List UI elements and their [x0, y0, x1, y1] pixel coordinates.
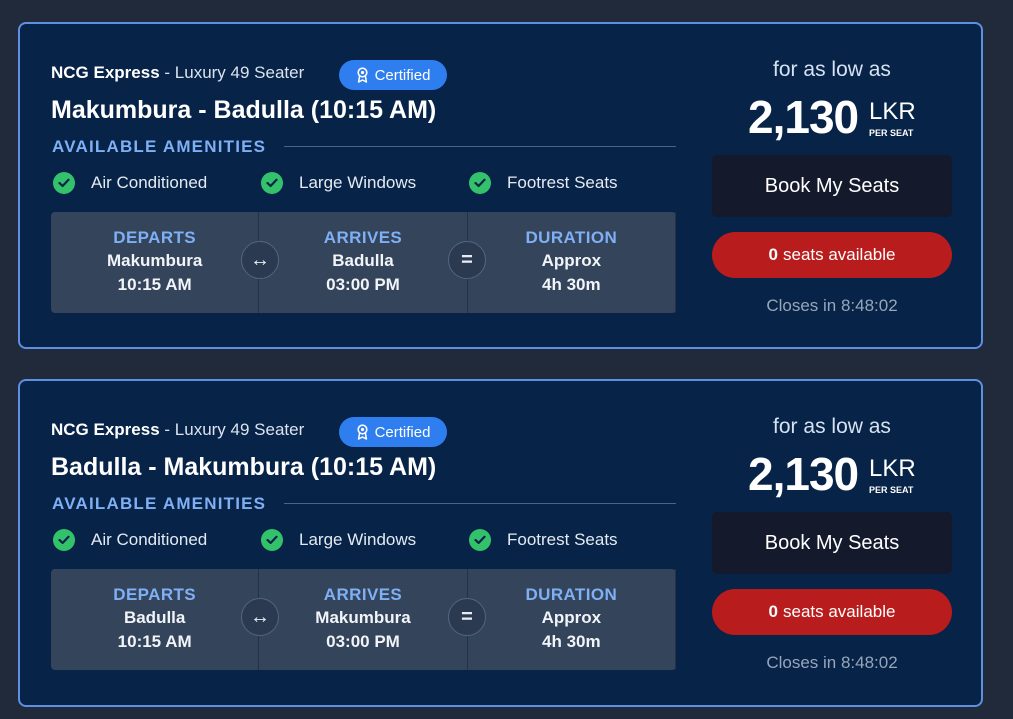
departs-place: Badulla	[123, 608, 186, 627]
duration-label: DURATION	[525, 585, 618, 604]
departs-label: DEPARTS	[113, 228, 197, 247]
route-title: Badulla - Makumbura (10:15 AM)	[51, 453, 437, 481]
duration-column: DURATION Approx 4h 30m	[468, 212, 676, 313]
duration-value: 4h 30m	[542, 275, 601, 294]
operator-separator: -	[159, 420, 175, 439]
amenities-heading: AVAILABLE AMENITIES	[52, 137, 267, 156]
price-currency: LKR	[869, 455, 916, 482]
book-my-seats-button[interactable]: Book My Seats	[712, 155, 952, 217]
amenity-label: Footrest Seats	[507, 173, 618, 192]
per-seat-label: PER SEAT	[869, 485, 914, 495]
arrives-column: ARRIVES Badulla 03:00 PM	[259, 212, 468, 313]
seats-text: seats available	[783, 245, 896, 264]
duration-value: 4h 30m	[542, 632, 601, 651]
amenity-item: Large Windows	[261, 172, 416, 194]
amenity-label: Footrest Seats	[507, 530, 618, 549]
schedule-panel: DEPARTS Makumbura 10:15 AM ARRIVES Badul…	[51, 212, 676, 313]
arrives-label: ARRIVES	[323, 585, 403, 604]
price-prefix: for as low as	[773, 415, 891, 438]
closes-countdown: Closes in 8:48:02	[766, 296, 898, 315]
departs-place: Makumbura	[106, 251, 203, 270]
seats-count: 0	[768, 602, 778, 621]
seats-available-badge: 0 seats available	[712, 232, 952, 278]
amenity-item: Large Windows	[261, 529, 416, 551]
price-amount: 2,130	[748, 448, 859, 500]
departs-column: DEPARTS Badulla 10:15 AM	[51, 569, 260, 670]
closes-countdown: Closes in 8:48:02	[766, 653, 898, 672]
trip-card: NCG Express - Luxury 49 Seater Certified…	[18, 379, 983, 707]
duration-approx: Approx	[541, 251, 602, 270]
per-seat-label: PER SEAT	[869, 128, 914, 138]
check-circle-icon	[53, 172, 75, 194]
route-title: Makumbura - Badulla (10:15 AM)	[51, 96, 437, 124]
amenity-label: Large Windows	[299, 173, 417, 192]
amenities-heading: AVAILABLE AMENITIES	[52, 494, 267, 513]
check-circle-icon	[53, 529, 75, 551]
arrives-label: ARRIVES	[323, 228, 403, 247]
trip-card: NCG Express - Luxury 49 Seater Certified…	[18, 22, 983, 349]
bus-type: Luxury 49 Seater	[174, 63, 305, 82]
departs-time: 10:15 AM	[117, 275, 192, 294]
amenities-divider	[284, 146, 676, 147]
amenity-label: Large Windows	[299, 530, 417, 549]
amenity-item: Air Conditioned	[53, 172, 207, 194]
schedule-panel: DEPARTS Badulla 10:15 AM ARRIVES Makumbu…	[51, 569, 676, 670]
departs-column: DEPARTS Makumbura 10:15 AM	[51, 212, 260, 313]
price-amount: 2,130	[748, 91, 859, 143]
departs-time: 10:15 AM	[117, 632, 192, 651]
equals-icon: =	[448, 598, 486, 636]
seats-count: 0	[768, 245, 778, 264]
amenity-label: Air Conditioned	[91, 530, 208, 549]
amenity-item: Footrest Seats	[469, 529, 618, 551]
arrives-column: ARRIVES Makumbura 03:00 PM	[259, 569, 468, 670]
certified-badge: Certified	[339, 417, 447, 447]
bus-type: Luxury 49 Seater	[174, 420, 305, 439]
arrives-time: 03:00 PM	[326, 632, 400, 651]
check-circle-icon	[469, 529, 491, 551]
amenity-label: Air Conditioned	[91, 173, 208, 192]
badge-label: Certified	[374, 423, 431, 441]
equals-icon: =	[448, 241, 486, 279]
check-circle-icon	[469, 172, 491, 194]
duration-column: DURATION Approx 4h 30m	[468, 569, 676, 670]
arrives-time: 03:00 PM	[326, 275, 400, 294]
check-circle-icon	[261, 172, 283, 194]
arrives-place: Makumbura	[315, 608, 411, 627]
price-prefix: for as low as	[773, 58, 891, 81]
check-circle-icon	[261, 529, 283, 551]
seats-text: seats available	[783, 602, 896, 621]
arrives-place: Badulla	[332, 251, 394, 270]
amenities-divider	[284, 503, 676, 504]
ribbon-award-icon	[356, 67, 368, 83]
operator-name: NCG Express	[51, 420, 160, 439]
operator-separator: -	[159, 63, 175, 82]
badge-label: Certified	[374, 66, 431, 84]
duration-label: DURATION	[525, 228, 618, 247]
page: NCG Express - Luxury 49 Seater Certified…	[0, 0, 1013, 719]
ribbon-award-icon	[356, 424, 368, 440]
duration-approx: Approx	[541, 608, 602, 627]
amenity-item: Air Conditioned	[53, 529, 207, 551]
amenity-item: Footrest Seats	[469, 172, 618, 194]
book-my-seats-button[interactable]: Book My Seats	[712, 512, 952, 574]
double-arrow-icon: ↔	[241, 598, 279, 636]
departs-label: DEPARTS	[113, 585, 197, 604]
price-currency: LKR	[869, 98, 916, 125]
double-arrow-icon: ↔	[241, 241, 279, 279]
operator-name: NCG Express	[51, 63, 160, 82]
seats-available-badge: 0 seats available	[712, 589, 952, 635]
operator-line: NCG Express - Luxury 49 Seater	[51, 63, 304, 83]
certified-badge: Certified	[339, 60, 447, 90]
operator-line: NCG Express - Luxury 49 Seater	[51, 420, 304, 440]
